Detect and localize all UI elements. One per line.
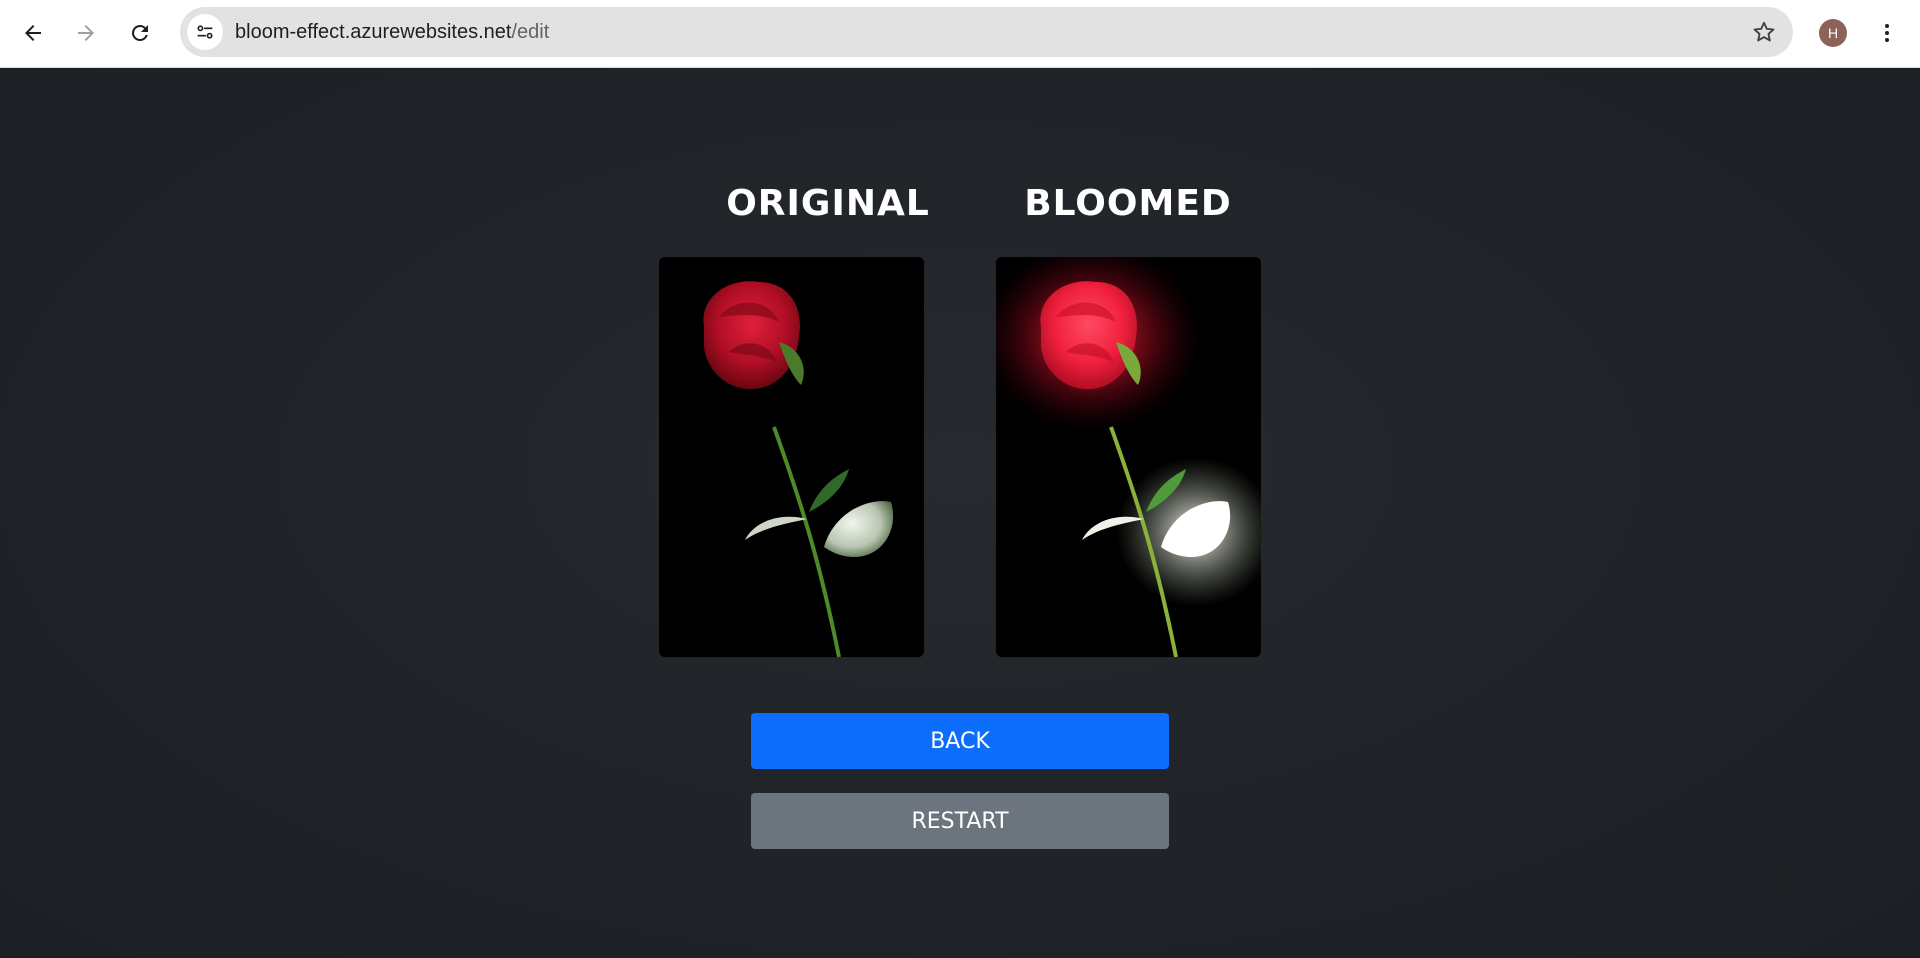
reload-icon (131, 24, 148, 41)
url-path: /edit (511, 21, 550, 43)
kebab-menu-icon (1885, 24, 1889, 42)
url-text[interactable]: bloom-effect.azurewebsites.net/edit (235, 7, 549, 57)
rose-image (659, 257, 924, 657)
bloomed-image (996, 257, 1261, 657)
back-button[interactable]: BACK (751, 713, 1169, 769)
bloomed-rose-image (996, 257, 1261, 657)
back-nav-button[interactable] (14, 14, 52, 52)
bloomed-heading: BLOOMED (1024, 183, 1232, 224)
original-image (659, 257, 924, 657)
restart-button[interactable]: RESTART (751, 793, 1169, 849)
tune-icon (197, 25, 213, 39)
address-bar[interactable]: bloom-effect.azurewebsites.net/edit (180, 7, 1793, 57)
original-heading: ORIGINAL (726, 183, 930, 224)
star-icon[interactable] (1751, 19, 1777, 45)
page-content: ORIGINAL BLOOMED BACK RESTART (0, 68, 1920, 958)
url-host: bloom-effect.azurewebsites.net (235, 21, 512, 43)
profile-avatar[interactable]: H (1819, 19, 1847, 47)
browser-toolbar: bloom-effect.azurewebsites.net/edit H (0, 0, 1920, 68)
forward-nav-button[interactable] (67, 14, 105, 52)
arrow-right-icon (78, 25, 94, 41)
site-info-button[interactable] (187, 14, 223, 50)
browser-menu-button[interactable] (1872, 14, 1902, 52)
reload-button[interactable] (121, 14, 159, 52)
arrow-left-icon (25, 25, 41, 41)
